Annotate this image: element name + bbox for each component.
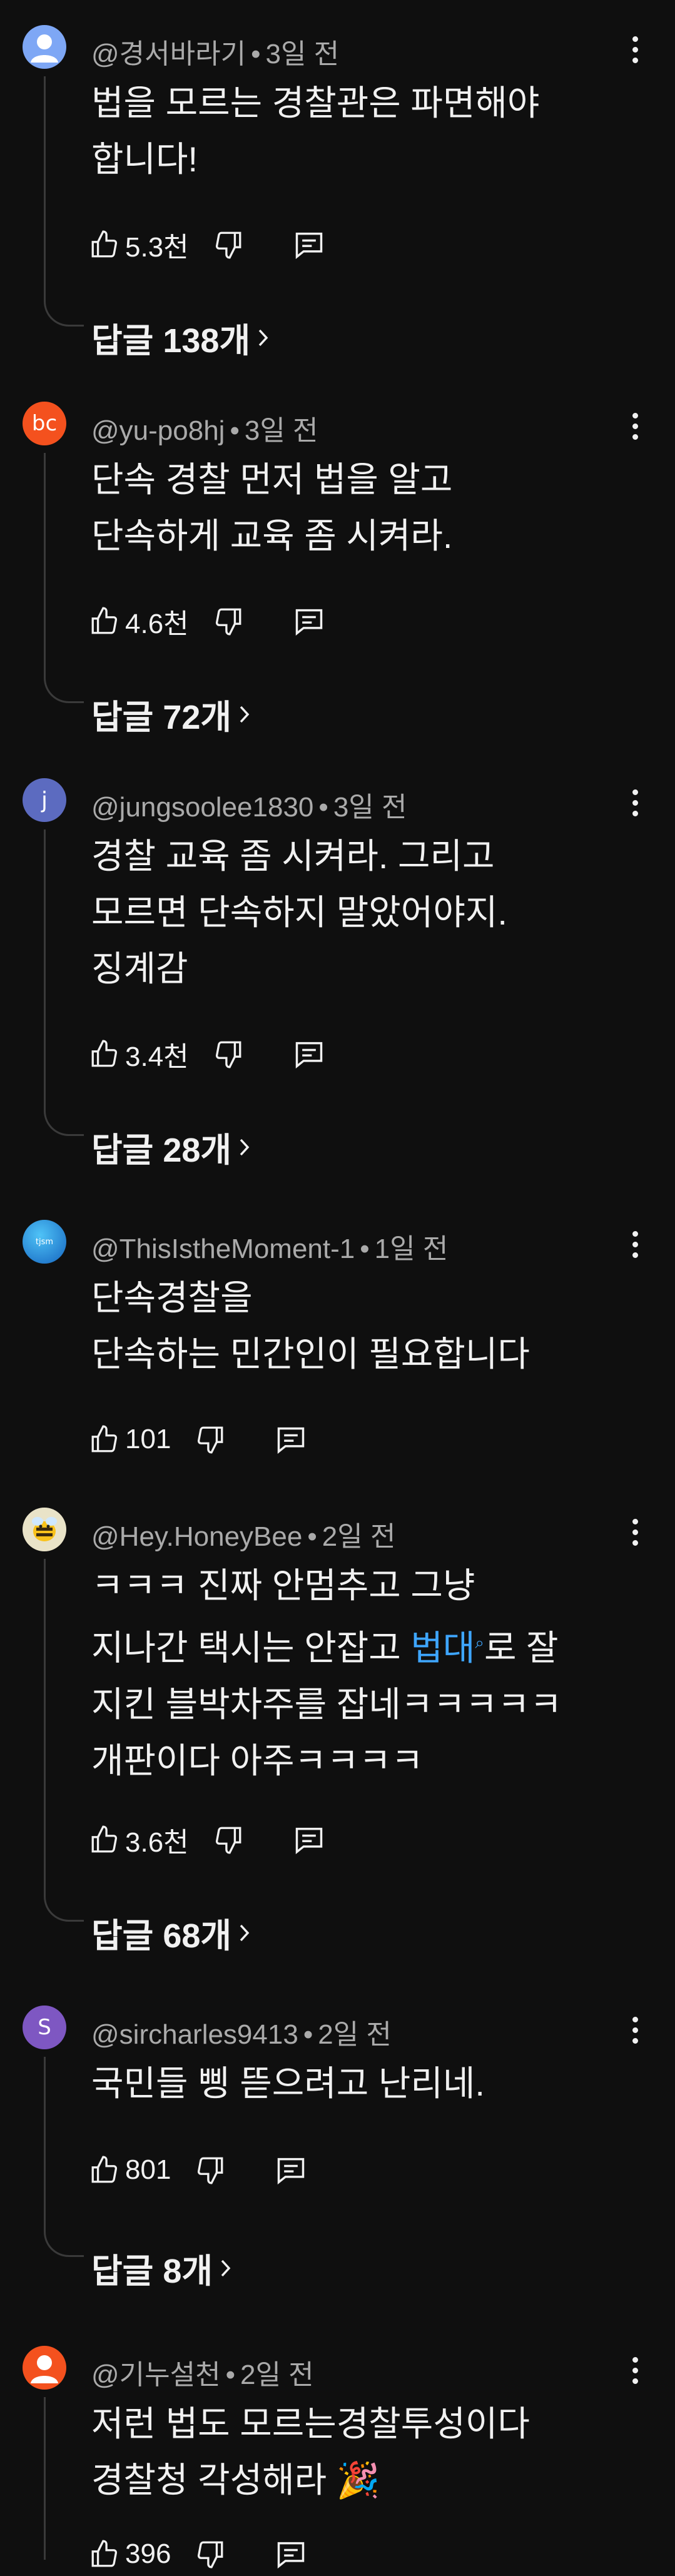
comment-time: 3일 전 bbox=[265, 39, 340, 69]
dislike-icon[interactable] bbox=[213, 606, 244, 637]
reply-icon[interactable] bbox=[293, 605, 325, 637]
comment-actions: 3.6천 bbox=[89, 1818, 325, 1862]
avatar[interactable]: bc bbox=[23, 402, 66, 445]
like-count: 396 bbox=[125, 2538, 171, 2569]
comment-time: 2일 전 bbox=[322, 1521, 396, 1552]
more-options-icon[interactable] bbox=[631, 36, 639, 63]
person-icon bbox=[31, 34, 58, 63]
like-count: 5.3천 bbox=[125, 232, 189, 263]
like-icon[interactable] bbox=[89, 606, 120, 637]
view-replies-button[interactable]: 답글 72개 bbox=[91, 689, 251, 739]
search-link-icon: ⌕ bbox=[475, 1633, 484, 1651]
comment-text-line-with-link: 지나간 택시는 안잡고 법대⌕로 잘 bbox=[91, 1628, 559, 1668]
avatar[interactable] bbox=[23, 1508, 66, 1551]
comment-meta: @ThisIstheMoment-1 • 1일 전 bbox=[91, 1234, 449, 1264]
comment-text: 단속 경찰 먼저 법을 알고 단속하게 교육 좀 시켜라. bbox=[91, 460, 453, 555]
like-icon[interactable] bbox=[89, 1424, 120, 1455]
more-options-icon[interactable] bbox=[631, 2357, 639, 2384]
avatar-initials: bc bbox=[31, 411, 58, 436]
chevron-right-icon bbox=[240, 1924, 250, 1941]
comment-author[interactable]: @jungsoolee1830 bbox=[91, 792, 313, 823]
person-icon bbox=[31, 2355, 58, 2383]
reply-icon[interactable] bbox=[275, 2154, 307, 2186]
comment-text: 국민들 삥 뜯으려고 난리네. bbox=[91, 2064, 485, 2103]
chevron-right-icon bbox=[221, 2259, 231, 2276]
comment-meta: @sircharles9413 • 2일 전 bbox=[91, 2019, 392, 2050]
like-count: 801 bbox=[125, 2154, 171, 2185]
view-replies-button[interactable]: 답글 68개 bbox=[91, 1908, 251, 1957]
more-options-icon[interactable] bbox=[631, 413, 639, 440]
comment-actions: 801 bbox=[89, 2148, 307, 2192]
comment-actions: 3.4천 bbox=[89, 1032, 325, 1076]
comment-meta: @경서바라기 • 3일 전 bbox=[91, 39, 340, 69]
comment-meta: @yu-po8hj • 3일 전 bbox=[91, 415, 318, 446]
more-options-icon[interactable] bbox=[631, 1231, 639, 1258]
reply-icon[interactable] bbox=[293, 1038, 325, 1070]
comment-text: 법을 모르는 경찰관은 파면해야 합니다! bbox=[91, 83, 540, 179]
comment-time: 2일 전 bbox=[240, 2360, 314, 2390]
like-icon[interactable] bbox=[89, 1824, 120, 1855]
avatar[interactable]: S bbox=[23, 2006, 66, 2049]
comment-author[interactable]: @ThisIstheMoment-1 bbox=[91, 1234, 355, 1264]
more-options-icon[interactable] bbox=[631, 2017, 639, 2044]
avatar[interactable]: j bbox=[23, 778, 66, 822]
like-count: 4.6천 bbox=[125, 609, 189, 639]
comment-time: 3일 전 bbox=[333, 792, 407, 823]
comment-time: 1일 전 bbox=[374, 1234, 449, 1264]
dislike-icon[interactable] bbox=[195, 2538, 226, 2570]
chevron-right-icon bbox=[240, 706, 250, 723]
comment-author[interactable]: @yu-po8hj bbox=[91, 415, 225, 446]
comment-time: 2일 전 bbox=[318, 2019, 392, 2050]
dislike-icon[interactable] bbox=[195, 2154, 226, 2186]
comment-text: ㅋㅋㅋ 진짜 안멈추고 그냥 지나간 택시는 안잡고 법대⌕로 잘 지킨 블박차… bbox=[91, 1558, 637, 1789]
avatar[interactable] bbox=[23, 2346, 66, 2390]
like-count: 101 bbox=[125, 1424, 171, 1454]
dislike-icon[interactable] bbox=[213, 229, 244, 260]
comment-actions: 4.6천 bbox=[89, 599, 325, 643]
avatar-initials: tjsm bbox=[35, 1237, 54, 1247]
avatar[interactable]: tjsm bbox=[23, 1220, 66, 1264]
bee-icon bbox=[32, 1517, 57, 1541]
comment-actions: 101 bbox=[89, 1417, 307, 1461]
comment-time: 3일 전 bbox=[244, 415, 318, 446]
comment-meta: @기누설천 • 2일 전 bbox=[91, 2360, 314, 2390]
comment-text: 단속경찰을 단속하는 민간인이 필요합니다 bbox=[91, 1278, 530, 1374]
search-link[interactable]: 법대⌕ bbox=[410, 1628, 484, 1668]
reply-icon[interactable] bbox=[275, 2538, 307, 2570]
dislike-icon[interactable] bbox=[213, 1038, 244, 1070]
comment-author[interactable]: @Hey.HoneyBee bbox=[91, 1521, 302, 1552]
like-icon[interactable] bbox=[89, 229, 120, 260]
chevron-right-icon bbox=[240, 1138, 250, 1155]
view-replies-button[interactable]: 답글 8개 bbox=[91, 2243, 233, 2293]
comment-actions: 396 bbox=[89, 2532, 307, 2576]
dislike-icon[interactable] bbox=[213, 1824, 244, 1855]
like-icon[interactable] bbox=[89, 1038, 120, 1070]
like-count: 3.4천 bbox=[125, 1042, 189, 1072]
like-count: 3.6천 bbox=[125, 1827, 189, 1858]
like-icon[interactable] bbox=[89, 2154, 120, 2186]
view-replies-button[interactable]: 답글 28개 bbox=[91, 1122, 251, 1172]
reply-icon[interactable] bbox=[275, 1423, 307, 1456]
comment-meta: @Hey.HoneyBee • 2일 전 bbox=[91, 1521, 396, 1552]
comment-author[interactable]: @경서바라기 bbox=[91, 39, 246, 69]
comment-text: 저런 법도 모르는경찰투성이다 경찰청 각성해라 🎉 bbox=[91, 2404, 530, 2500]
reply-icon[interactable] bbox=[293, 228, 325, 261]
comment-text: 경찰 교육 좀 시켜라. 그리고 모르면 단속하지 말았어야지. 징계감 bbox=[91, 836, 507, 988]
comment-author[interactable]: @기누설천 bbox=[91, 2360, 221, 2390]
comment-actions: 5.3천 bbox=[89, 223, 325, 266]
comment-author[interactable]: @sircharles9413 bbox=[91, 2019, 298, 2050]
avatar[interactable] bbox=[23, 25, 66, 69]
avatar-initials: j bbox=[41, 787, 48, 813]
reply-icon[interactable] bbox=[293, 1823, 325, 1856]
chevron-right-icon bbox=[258, 329, 268, 346]
more-options-icon[interactable] bbox=[631, 1519, 639, 1546]
like-icon[interactable] bbox=[89, 2538, 120, 2570]
dislike-icon[interactable] bbox=[195, 1424, 226, 1455]
more-options-icon[interactable] bbox=[631, 789, 639, 816]
avatar-initials: S bbox=[38, 2015, 51, 2040]
view-replies-button[interactable]: 답글 138개 bbox=[91, 313, 270, 362]
comment-meta: @jungsoolee1830 • 3일 전 bbox=[91, 792, 407, 823]
